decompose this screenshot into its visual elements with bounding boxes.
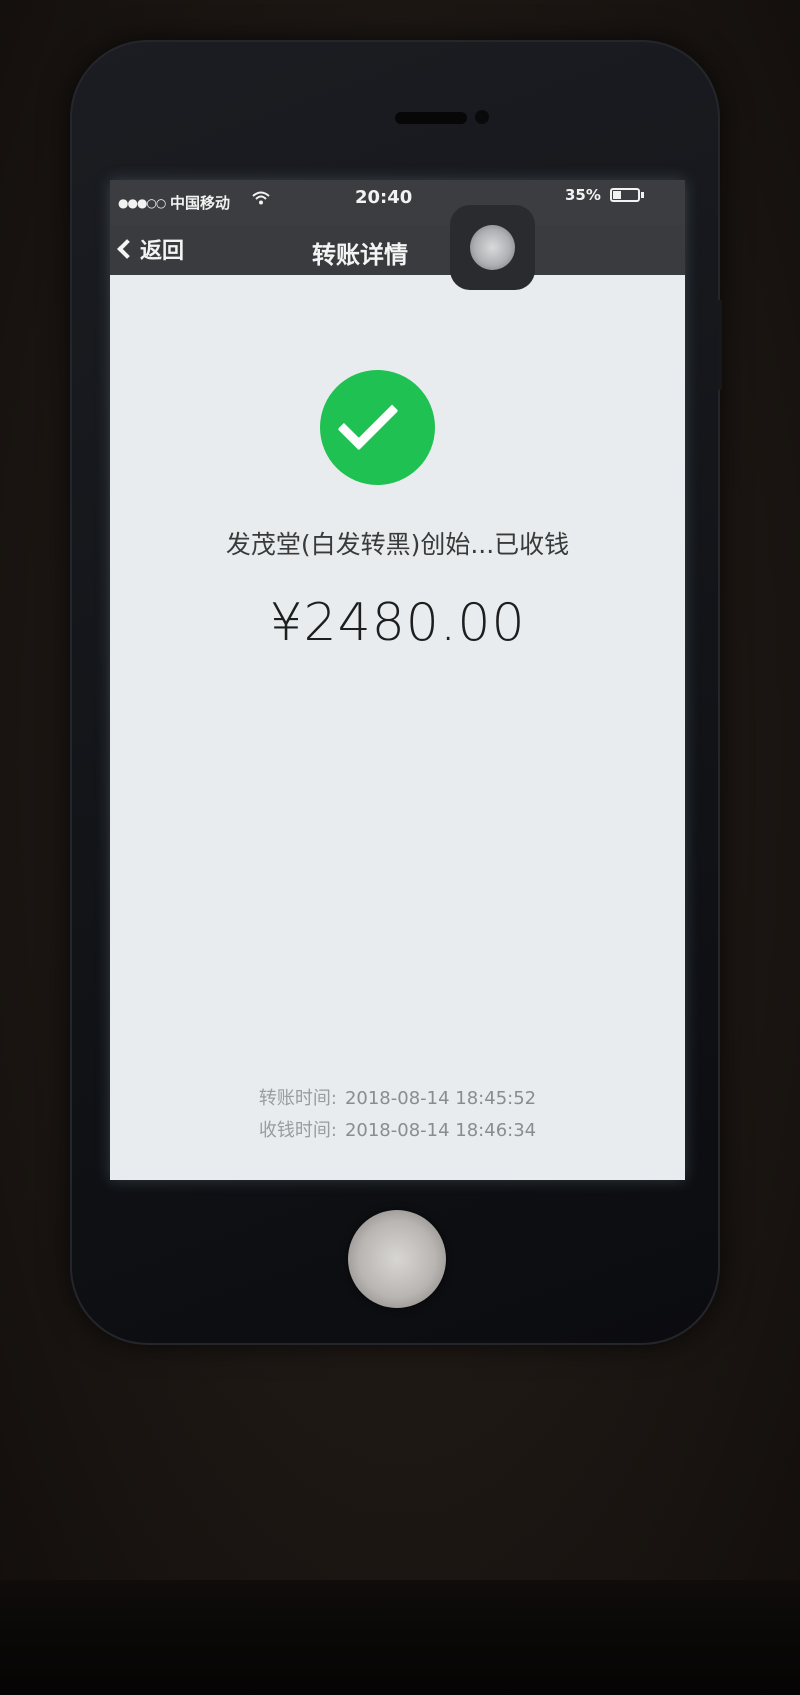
signal-strength-icon: ●●●○○ xyxy=(118,196,166,210)
transfer-time-label: 转账时间: xyxy=(258,1088,337,1109)
page-title: 转账详情 xyxy=(312,241,408,269)
battery-tip xyxy=(641,192,644,198)
phone-screen: ●●●○○ 中国移动 20:40 35% 返回 转账详情 发茂堂(白发转黑)创始… xyxy=(110,180,685,1180)
battery-percent: 35% xyxy=(565,186,601,204)
photo-scene: ●●●○○ 中国移动 20:40 35% 返回 转账详情 发茂堂(白发转黑)创始… xyxy=(0,0,800,1695)
payee-status-text: 发茂堂(白发转黑)创始...已收钱 xyxy=(225,530,570,559)
check-circle-icon xyxy=(320,370,435,485)
carrier-name: 中国移动 xyxy=(170,194,231,212)
receive-time-row: 收钱时间: 2018-08-14 18:46:34 xyxy=(110,1115,685,1147)
assistive-touch-icon xyxy=(470,225,515,270)
transfer-detail: 发茂堂(白发转黑)创始...已收钱 ¥2480.00 转账时间: 2018-08… xyxy=(110,275,685,1180)
side-button xyxy=(718,300,722,390)
battery-icon xyxy=(610,188,640,202)
navigation-bar: 返回 转账详情 xyxy=(110,205,685,290)
receive-time-label: 收钱时间: xyxy=(258,1120,337,1141)
earpiece-speaker xyxy=(395,112,467,124)
wifi-icon xyxy=(252,191,270,209)
battery-fill xyxy=(613,191,621,199)
status-bar: ●●●○○ 中国移动 20:40 35% xyxy=(110,180,685,225)
transfer-time-value: 2018-08-14 18:45:52 xyxy=(344,1088,537,1109)
front-camera xyxy=(475,110,489,124)
transfer-amount: ¥2480.00 xyxy=(269,593,526,653)
transfer-times: 转账时间: 2018-08-14 18:45:52 收钱时间: 2018-08-… xyxy=(110,1083,685,1147)
table-surface xyxy=(0,1580,800,1695)
status-time: 20:40 xyxy=(355,187,413,208)
checkmark-icon xyxy=(337,389,399,451)
receive-time-value: 2018-08-14 18:46:34 xyxy=(344,1120,537,1141)
home-button[interactable] xyxy=(348,1210,446,1308)
transfer-time-row: 转账时间: 2018-08-14 18:45:52 xyxy=(110,1083,685,1115)
